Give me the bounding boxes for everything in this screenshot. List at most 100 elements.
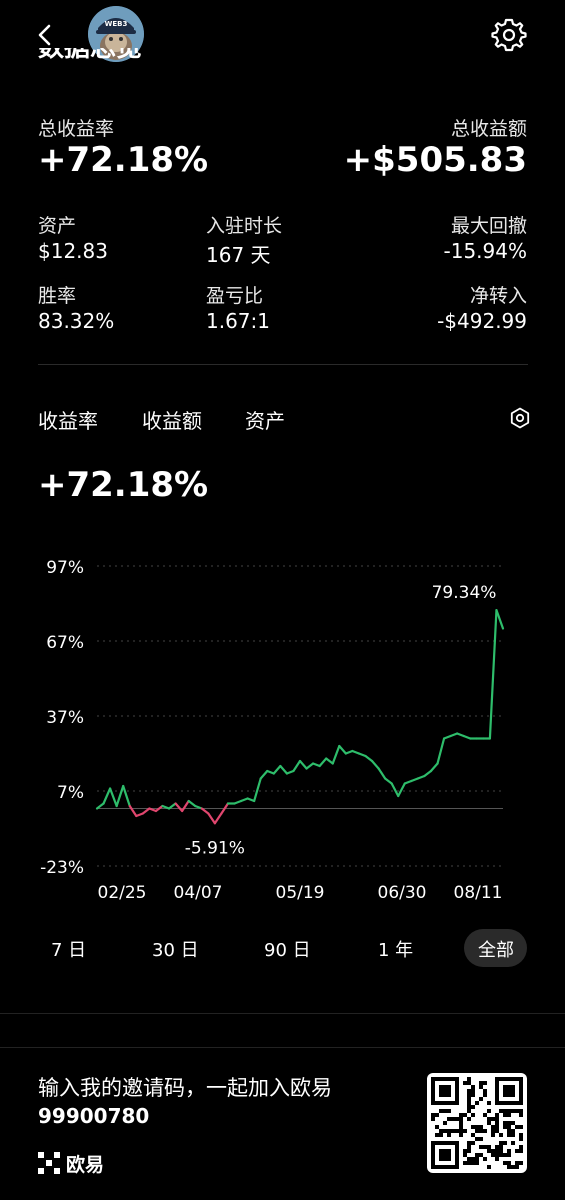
drawdown-value: -15.94% [443,239,527,263]
qr-module [507,1121,511,1125]
qr-module [443,1121,447,1125]
qr-module [463,1161,467,1165]
qr-module [519,1113,523,1117]
qr-module [483,1145,487,1149]
total-profit-label: 总收益额 [450,118,527,140]
x-tick-label: 02/25 [98,883,147,903]
qr-module [499,1133,503,1137]
qr-module [471,1133,475,1137]
y-tick-label: 7% [57,783,84,803]
tab-assets[interactable]: 资产 [245,405,285,434]
qr-module [451,1117,455,1121]
qr-module [507,1161,511,1165]
qr-module [467,1149,471,1153]
qr-module [495,1149,499,1153]
range-7d[interactable]: 7 日 [51,936,86,962]
qr-module [471,1113,475,1117]
yield-line-segment [429,762,439,773]
qr-module [503,1141,507,1145]
qr-module [471,1141,475,1145]
qr-module [511,1141,515,1145]
min-value-label: -5.91% [185,838,245,858]
qr-module [487,1121,491,1125]
yield-line-segment [259,769,269,780]
range-1y[interactable]: 1 年 [378,936,413,962]
yield-line-segment [128,804,138,818]
qr-module [515,1109,519,1113]
qr-code[interactable] [427,1073,527,1173]
qr-module [459,1133,463,1137]
chart-settings-icon[interactable] [508,406,532,430]
days-value: 167 天 [206,243,271,267]
yield-line-segment [253,777,262,803]
qr-module [503,1121,507,1125]
qr-module [507,1165,511,1169]
qr-module [495,1153,499,1157]
range-all[interactable]: 全部 [478,936,514,962]
range-30d[interactable]: 30 日 [152,936,199,962]
qr-module [467,1093,471,1097]
qr-module [471,1089,475,1093]
yield-chart[interactable]: 97% 67% 37% 7% -23% 02/25 04/07 05/19 06/30 08/11… [0,540,565,920]
yield-line-segment [207,812,216,825]
qr-module [459,1117,463,1121]
net-in-label: 净转入 [469,285,527,307]
yield-line-segment [187,799,197,808]
qr-module [487,1101,491,1105]
qr-module [495,1157,499,1161]
qr-module [463,1129,467,1133]
chevron-left-icon[interactable] [34,20,56,50]
invite-code[interactable]: 99900780 [38,1104,149,1128]
qr-module [495,1117,499,1121]
qr-module [467,1089,471,1093]
x-tick-label: 05/19 [276,883,325,903]
yield-line-segment [122,784,131,808]
yield-line-segment [272,764,282,775]
next-section-cut: ■■■■■ [38,1190,142,1200]
qr-module [515,1125,519,1129]
qr-module [439,1109,443,1113]
qr-module [519,1149,523,1153]
qr-module [435,1133,439,1137]
tab-profit[interactable]: 收益额 [142,405,202,434]
yield-line-segment [141,807,151,815]
pl-ratio-label: 盈亏比 [206,285,264,307]
qr-module [511,1129,515,1133]
qr-module [467,1157,471,1161]
qr-module [491,1117,495,1121]
qr-module [455,1117,459,1121]
qr-module [471,1125,475,1129]
qr-module [483,1081,487,1085]
qr-module [519,1137,523,1141]
yield-line-segment [436,737,446,765]
qr-module [487,1165,491,1169]
qr-module [491,1149,495,1153]
qr-module [479,1153,483,1157]
x-tick-label: 06/30 [378,883,427,903]
qr-module [439,1085,451,1097]
qr-module [471,1157,475,1161]
qr-module [467,1145,471,1149]
qr-module [475,1125,479,1129]
qr-module [483,1113,487,1117]
qr-module [447,1109,451,1113]
yield-line-segment [488,609,498,740]
qr-module [503,1113,507,1117]
tab-yield[interactable]: 收益率 [38,405,98,434]
yield-line-segment [390,782,400,798]
yield-line-segment [174,802,184,813]
brand-logo: 欧易 [38,1150,104,1176]
qr-module [495,1125,499,1129]
range-90d[interactable]: 90 日 [264,936,311,962]
qr-module [475,1161,479,1165]
yield-line-segment [167,802,177,810]
qr-module [503,1153,507,1157]
total-profit-value: +$505.83 [343,140,527,180]
qr-module [495,1113,499,1117]
total-yield-label: 总收益率 [38,118,115,140]
drawdown-label: 最大回撤 [450,215,527,237]
qr-module [499,1145,503,1149]
gear-icon[interactable] [490,16,528,54]
qr-module [467,1105,471,1109]
qr-module [491,1129,495,1133]
